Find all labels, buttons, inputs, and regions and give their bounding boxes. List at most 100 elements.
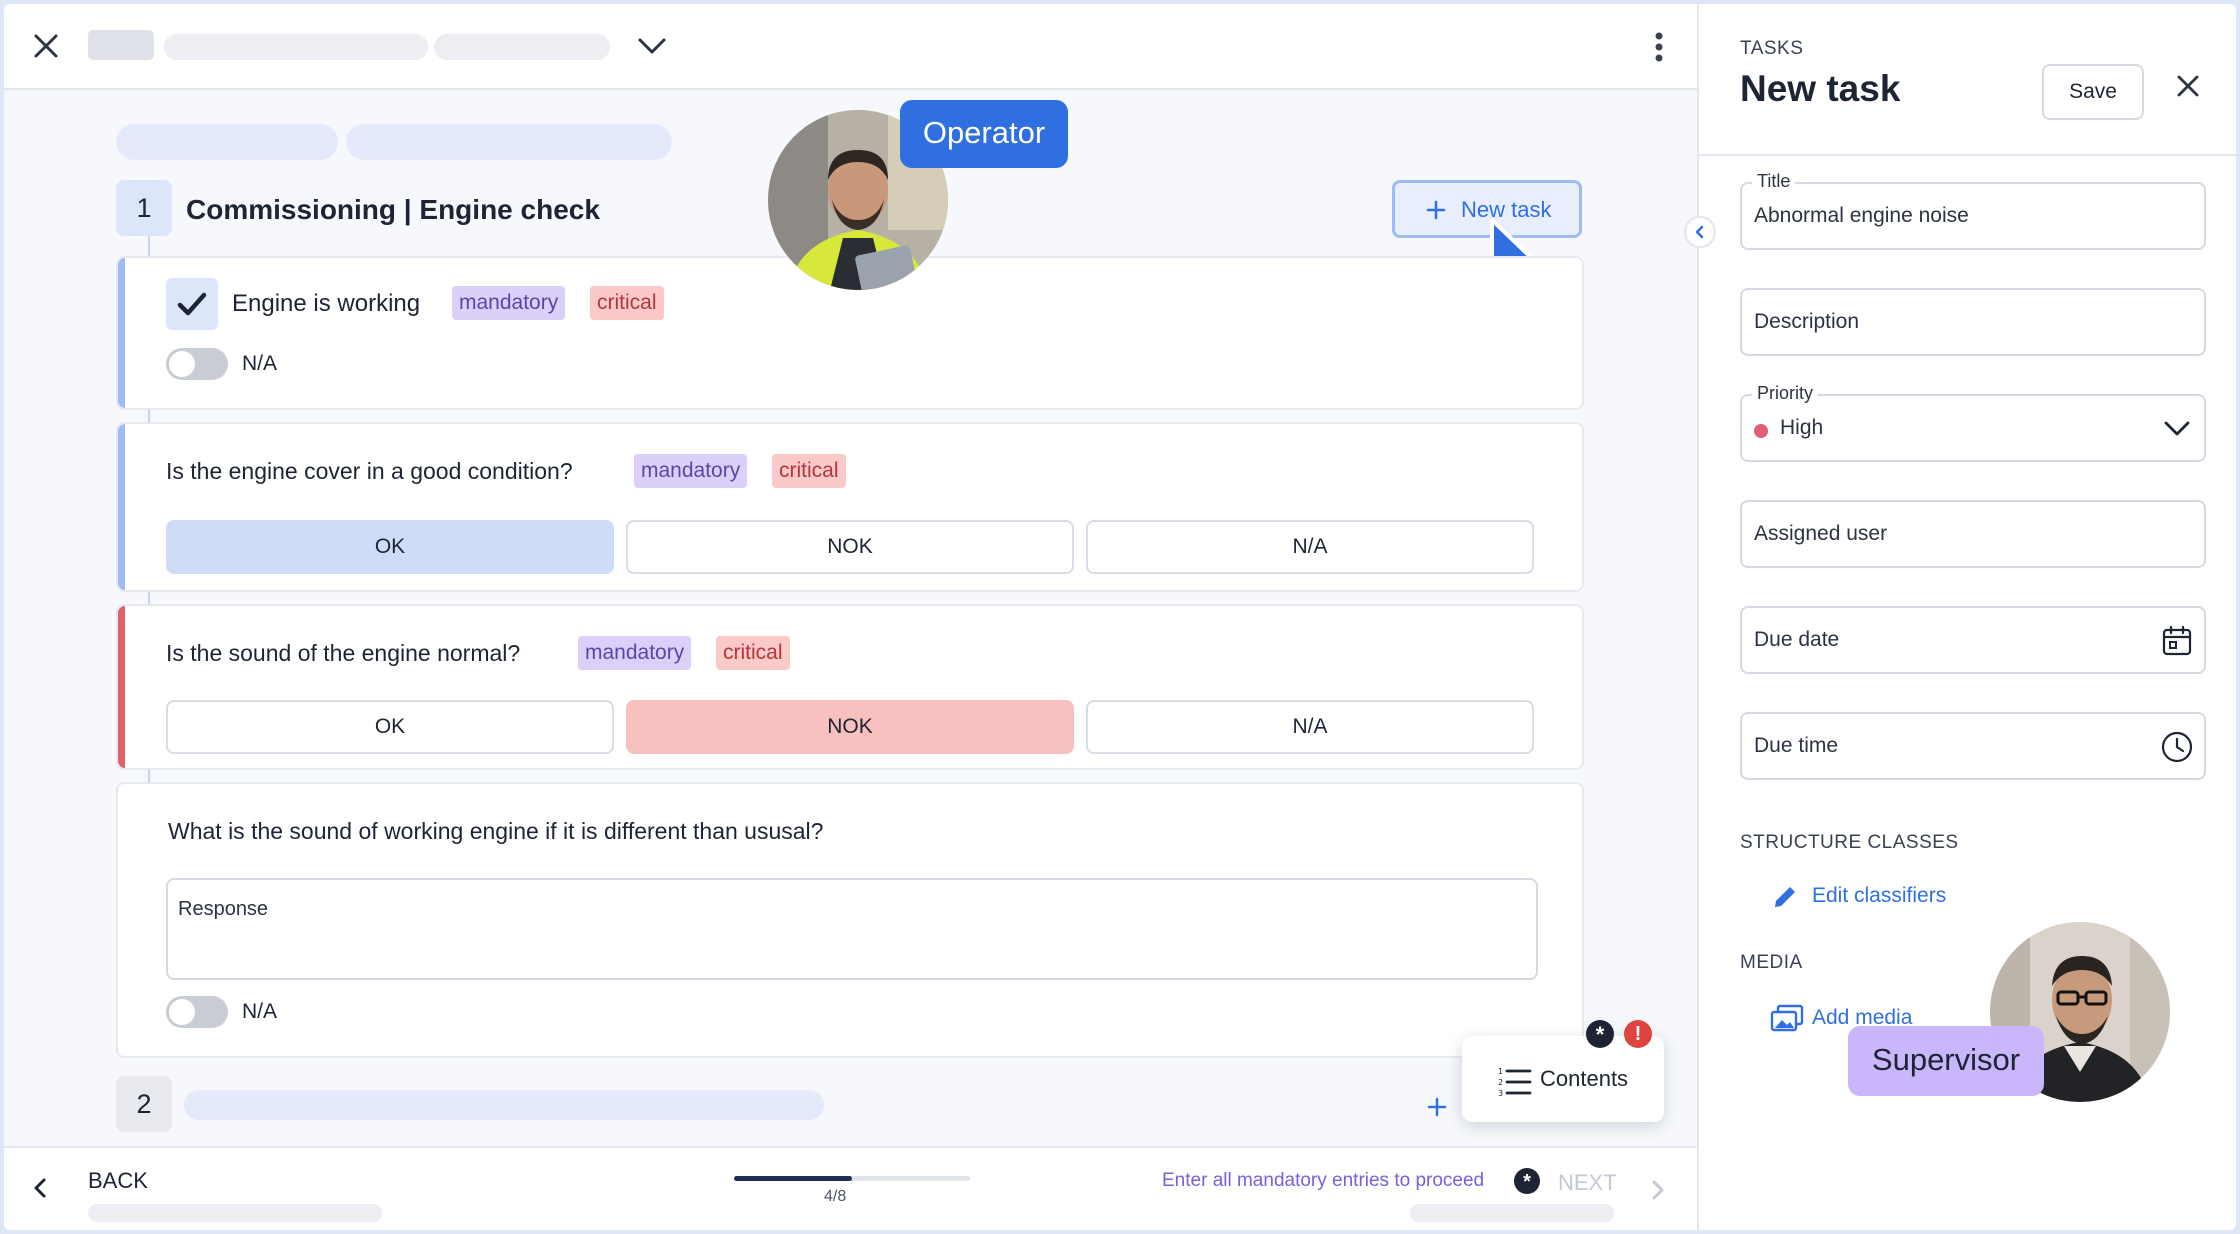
question-card-engine-sound-description: What is the sound of working engine if i… — [116, 782, 1584, 1058]
card-status-bar — [118, 606, 125, 768]
question-card-engine-sound: Is the sound of the engine normal? manda… — [116, 604, 1584, 770]
progress-bar — [734, 1176, 970, 1181]
panel-close-button[interactable] — [2168, 66, 2208, 106]
na-toggle[interactable] — [166, 348, 228, 380]
next-button[interactable]: NEXT — [1554, 1164, 1684, 1204]
progress-text: 4/8 — [824, 1188, 847, 1205]
check-icon — [177, 292, 207, 316]
header-placeholder-subtitle — [434, 34, 610, 60]
chevron-down-icon — [638, 38, 666, 54]
critical-tag: critical — [716, 636, 790, 670]
priority-dot-icon — [1754, 424, 1768, 438]
section-2-add-button[interactable] — [1422, 1092, 1452, 1122]
panel-header-divider — [1699, 154, 2236, 156]
supervisor-label: Supervisor — [1848, 1026, 2044, 1096]
option-nok-button[interactable]: NOK — [626, 520, 1074, 574]
back-button[interactable]: BACK — [30, 1164, 160, 1204]
media-label: MEDIA — [1740, 952, 1803, 973]
mandatory-tag: mandatory — [578, 636, 692, 670]
close-button[interactable] — [26, 26, 66, 66]
description-field[interactable]: Description — [1740, 288, 2206, 356]
due-time-placeholder: Due time — [1754, 734, 1839, 757]
description-placeholder: Description — [1754, 310, 1860, 333]
section-2-title-placeholder — [184, 1090, 824, 1120]
priority-select[interactable]: Priority High — [1740, 383, 2206, 462]
close-icon — [34, 34, 58, 58]
panel-collapse-button[interactable] — [1684, 216, 1716, 248]
due-date-field[interactable]: Due date — [1740, 606, 2206, 674]
contents-button[interactable]: 1 2 3 Contents — [1462, 1036, 1664, 1122]
app-window: 1 Commissioning | Engine check New task … — [4, 4, 2236, 1230]
due-date-placeholder: Due date — [1754, 628, 1840, 651]
na-label: N/A — [242, 352, 278, 375]
critical-tag: critical — [590, 286, 664, 320]
section-title: Commissioning | Engine check — [186, 194, 600, 225]
panel-title: New task — [1740, 68, 1901, 109]
section-2-number-badge: 2 — [116, 1076, 172, 1132]
numbered-list-icon: 1 2 3 — [1498, 1067, 1532, 1096]
option-na-button[interactable]: N/A — [1086, 520, 1534, 574]
close-icon — [2177, 75, 2199, 97]
mandatory-hint: Enter all mandatory entries to proceed — [1162, 1170, 1485, 1191]
option-ok-button[interactable]: OK — [166, 700, 614, 754]
svg-text:3: 3 — [1498, 1089, 1503, 1096]
critical-tag: critical — [772, 454, 846, 488]
chevron-right-icon — [1652, 1180, 1664, 1200]
save-button[interactable]: Save — [2042, 64, 2144, 120]
option-nok-button[interactable]: NOK — [626, 700, 1074, 754]
assigned-user-field[interactable]: Assigned user — [1740, 500, 2206, 568]
panel-overline: TASKS — [1740, 38, 1804, 59]
contents-label: Contents — [1540, 1066, 1629, 1091]
priority-field-label: Priority — [1752, 383, 1819, 404]
asterisk-badge-icon: * — [1586, 1020, 1614, 1048]
asterisk-icon: * — [1514, 1168, 1540, 1194]
pencil-icon — [1775, 887, 1795, 907]
priority-value: High — [1780, 416, 1824, 439]
next-label: NEXT — [1558, 1170, 1617, 1195]
due-time-field[interactable]: Due time — [1740, 712, 2206, 780]
back-label: BACK — [88, 1168, 148, 1193]
chevron-left-icon — [1695, 225, 1704, 239]
card-status-bar — [118, 258, 125, 408]
title-field-value: Abnormal engine noise — [1754, 204, 1969, 227]
breadcrumb-placeholder-1 — [116, 124, 338, 160]
response-textarea[interactable]: Response — [166, 878, 1538, 980]
edit-classifiers-link[interactable]: Edit classifiers — [1770, 880, 2010, 916]
progress-fill — [734, 1176, 852, 1181]
na-label: N/A — [242, 1000, 278, 1023]
question-text: What is the sound of working engine if i… — [168, 818, 824, 844]
question-card-engine-cover: Is the engine cover in a good condition?… — [116, 422, 1584, 592]
chevron-down-icon — [2164, 421, 2190, 436]
calendar-icon — [2162, 625, 2192, 656]
breadcrumb-placeholder-2 — [346, 124, 672, 160]
edit-classifiers-label: Edit classifiers — [1812, 884, 1947, 907]
svg-text:2: 2 — [1498, 1078, 1503, 1087]
section-number: 2 — [136, 1089, 152, 1119]
save-label: Save — [2069, 80, 2117, 103]
header-placeholder-badge — [88, 30, 154, 60]
chevron-left-icon — [34, 1178, 46, 1198]
question-text: Is the engine cover in a good condition? — [166, 458, 573, 484]
mandatory-tag: mandatory — [634, 454, 748, 488]
mandatory-tag: mandatory — [452, 286, 566, 320]
images-icon — [1770, 1004, 1804, 1032]
title-field[interactable]: Title Abnormal engine noise — [1740, 171, 2206, 250]
na-toggle[interactable] — [166, 996, 228, 1028]
question-text: Is the sound of the engine normal? — [166, 640, 521, 666]
more-menu-button[interactable] — [1644, 30, 1674, 64]
header-dropdown-button[interactable] — [632, 32, 672, 62]
next-subtitle-placeholder — [1410, 1204, 1614, 1222]
error-badge-icon: ! — [1624, 1020, 1652, 1048]
plus-icon — [1426, 200, 1446, 220]
svg-text:1: 1 — [1498, 1067, 1503, 1076]
option-na-button[interactable]: N/A — [1086, 700, 1534, 754]
engine-working-checkbox[interactable] — [166, 278, 218, 330]
more-vertical-icon — [1655, 32, 1663, 62]
panel-divider — [1697, 4, 1699, 1230]
option-ok-button[interactable]: OK — [166, 520, 614, 574]
question-text: Engine is working — [232, 290, 421, 317]
response-placeholder: Response — [178, 898, 269, 920]
operator-label: Operator — [900, 100, 1068, 168]
section-number: 1 — [136, 193, 152, 223]
plus-icon — [1427, 1097, 1447, 1117]
